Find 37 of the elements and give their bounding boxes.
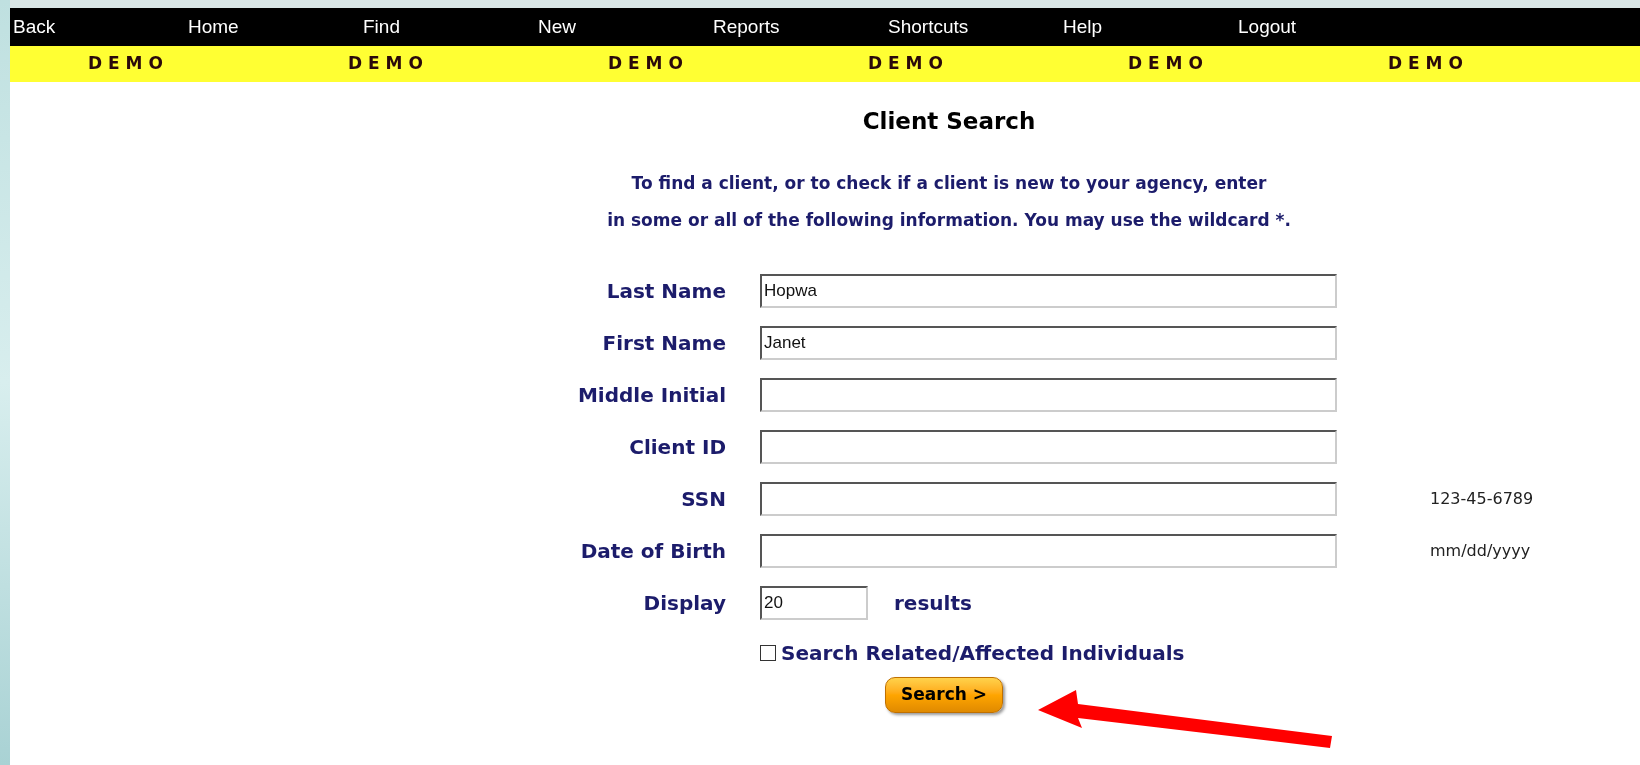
text-field[interactable] bbox=[760, 377, 1337, 412]
search-button[interactable]: Search > bbox=[885, 676, 1003, 713]
nav-link[interactable]: Help bbox=[1060, 12, 1235, 42]
field-label: Middle Initial bbox=[577, 382, 726, 407]
text-field[interactable]: Janet bbox=[760, 325, 1337, 360]
nav-link[interactable]: Find bbox=[360, 12, 535, 42]
checkbox-label: Search Related/Affected Individuals bbox=[781, 639, 1185, 667]
instruction-text: in some or all of the following information. You may use the wildcard *. bbox=[607, 208, 1291, 232]
demo-label: D E M O bbox=[868, 53, 943, 74]
demo-label: D E M O bbox=[88, 53, 163, 74]
nav-link[interactable]: Home bbox=[185, 12, 360, 42]
field-label: Display bbox=[643, 590, 726, 615]
nav-link[interactable]: Back bbox=[10, 12, 185, 42]
page-title: Client Search bbox=[862, 107, 1036, 136]
text-field[interactable] bbox=[760, 533, 1337, 568]
text-field[interactable]: Hopwa bbox=[760, 273, 1337, 308]
nav-link[interactable]: Logout bbox=[1235, 12, 1410, 42]
nav-link[interactable]: New bbox=[535, 12, 710, 42]
instruction-text: To find a client, or to check if a client is new to your agency, enter bbox=[631, 171, 1267, 195]
field-label: SSN bbox=[681, 486, 726, 511]
format-hint: mm/dd/yyyy bbox=[1430, 539, 1531, 562]
demo-label: D E M O bbox=[608, 53, 683, 74]
field-label: Date of Birth bbox=[580, 538, 726, 563]
demo-label: D E M O bbox=[1388, 53, 1463, 74]
text-field[interactable] bbox=[760, 481, 1337, 516]
nav-link[interactable]: Shortcuts bbox=[885, 12, 1060, 42]
field-label: Client ID bbox=[629, 434, 726, 459]
results-count-field[interactable]: 20 bbox=[760, 585, 868, 620]
format-hint: 123-45-6789 bbox=[1430, 487, 1534, 510]
checkbox[interactable] bbox=[760, 644, 776, 661]
demo-label: D E M O bbox=[348, 53, 423, 74]
field-label: Last Name bbox=[606, 278, 726, 303]
field-label: First Name bbox=[602, 330, 726, 355]
results-label: results bbox=[894, 589, 972, 617]
text-field[interactable] bbox=[760, 429, 1337, 464]
nav-link[interactable]: Reports bbox=[710, 12, 885, 42]
demo-label: D E M O bbox=[1128, 53, 1203, 74]
